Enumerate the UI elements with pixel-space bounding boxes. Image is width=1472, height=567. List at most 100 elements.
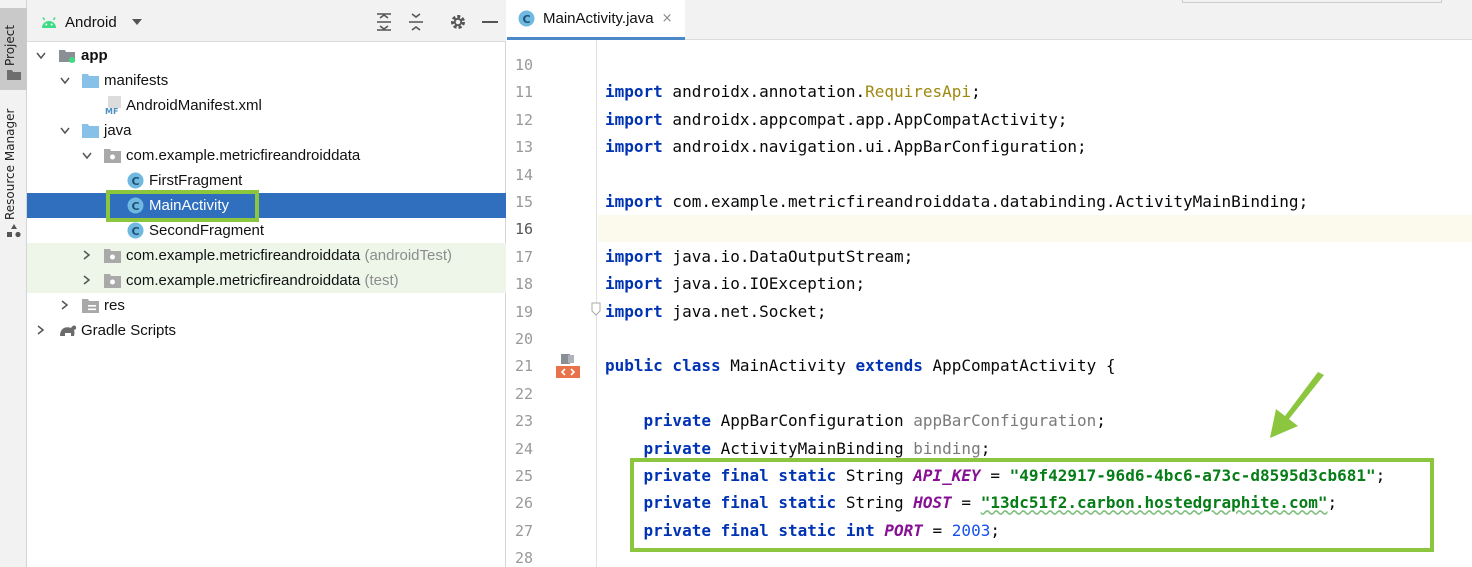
tree-item-label: app: [81, 47, 108, 64]
line-number: 17: [514, 247, 533, 266]
tree-item-manifests[interactable]: manifests: [27, 68, 506, 93]
line-number: 28: [514, 549, 533, 567]
package-icon: [104, 274, 121, 288]
line-number: 21: [514, 357, 533, 376]
chevron-right-icon: [83, 250, 91, 260]
code-token: com.example.metricfireandroiddata.databi…: [662, 192, 1309, 211]
code-token: AppCompatActivity {: [922, 356, 1116, 376]
collapse-all-icon: [409, 13, 423, 31]
close-icon[interactable]: ×: [662, 11, 673, 26]
code-token: ;: [971, 82, 981, 102]
line-number: 16: [514, 220, 533, 239]
code-line: import java.io.DataOutputStream;: [598, 243, 1472, 270]
pointer-arrow-icon: [1270, 372, 1324, 438]
line-number: 24: [514, 439, 533, 458]
chevron-down-icon: [60, 127, 70, 135]
hide-panel-button[interactable]: [480, 13, 500, 31]
line-number: 15: [514, 193, 533, 211]
expand-all-button[interactable]: [374, 13, 394, 31]
line-number: 27: [514, 521, 533, 540]
tree-item-label: res: [104, 297, 125, 314]
code-token: import: [605, 109, 663, 129]
code-token: binding: [913, 438, 981, 458]
svg-text:MF: MF: [105, 107, 118, 115]
tree-item-mainactivity[interactable]: C MainActivity: [27, 193, 506, 218]
project-tool-button[interactable]: Project: [0, 8, 27, 90]
code-token: import: [605, 192, 663, 211]
tree-item-label: manifests: [104, 72, 169, 89]
expand-all-icon: [377, 13, 391, 31]
android-layout-gutter-icon[interactable]: [556, 354, 580, 378]
code-token: androidx.annotation.: [662, 82, 866, 102]
line-number: 18: [514, 275, 533, 294]
code-token: ;: [980, 438, 991, 458]
view-selector-label: Android: [65, 13, 117, 31]
tree-item-java[interactable]: java: [27, 118, 506, 143]
tree-item-androidmanifest[interactable]: MF AndroidManifest.xml: [27, 93, 506, 118]
package-icon: [104, 249, 121, 263]
code-line: import java.net.Socket;: [598, 298, 1472, 325]
tree-item-label: com.example.metricfireandroiddata: [126, 247, 361, 264]
editor-tab-bar: C MainActivity.java ×: [507, 0, 1472, 40]
tree-item-secondfragment[interactable]: C SecondFragment: [27, 218, 506, 243]
svg-text:C: C: [132, 175, 140, 188]
chevron-down-icon: [82, 152, 92, 160]
code-token: import: [605, 137, 663, 157]
project-view-selector[interactable]: Android: [41, 10, 143, 34]
tree-item-label: AndroidManifest.xml: [126, 97, 262, 114]
code-line: import java.io.IOException;: [598, 270, 1472, 297]
line-number: 26: [514, 494, 533, 513]
line-number: 10: [514, 56, 533, 74]
class-icon: C: [127, 222, 144, 239]
tree-item-label: java: [104, 122, 132, 139]
code-token: AppBarConfiguration: [710, 411, 914, 431]
line-number: 13: [514, 138, 533, 157]
folder-icon: [7, 70, 21, 80]
tree-item-res[interactable]: res: [27, 293, 506, 318]
code-token: ;: [1096, 411, 1106, 431]
project-tool-label: Project: [3, 24, 17, 66]
resource-manager-tool-button[interactable]: Resource Manager: [0, 100, 27, 250]
line-number: 14: [514, 165, 533, 184]
tree-item-gradle-scripts[interactable]: Gradle Scripts: [27, 318, 506, 343]
package-icon: [104, 149, 121, 163]
tab-mainactivity-java[interactable]: C MainActivity.java ×: [507, 0, 685, 40]
gradle-icon: [60, 325, 77, 336]
code-token: public class: [605, 356, 721, 376]
code-line: import com.example.metricfireandroiddata…: [598, 188, 1472, 215]
tree-item-package-main[interactable]: com.example.metricfireandroiddata: [27, 143, 506, 168]
tree-item-label: com.example.metricfireandroiddata: [126, 147, 361, 164]
settings-button[interactable]: [448, 13, 468, 31]
code-line: private AppBarConfiguration appBarConfig…: [598, 407, 1472, 434]
chevron-right-icon: [37, 325, 45, 335]
line-number: 12: [514, 110, 533, 129]
highlight-box-constants: [630, 458, 1434, 552]
code-token: java.io.DataOutputStream;: [662, 246, 914, 266]
android-studio-window: Project Resource Manager Android app man…: [0, 0, 1472, 567]
code-line: public class MainActivity extends AppCom…: [598, 352, 1472, 379]
module-folder-icon: [59, 50, 75, 63]
code-token: appBarConfiguration: [913, 411, 1097, 431]
tree-item-label: Gradle Scripts: [81, 322, 177, 339]
tree-item-firstfragment[interactable]: C FirstFragment: [27, 168, 506, 193]
chevron-right-icon: [83, 275, 91, 285]
tree-item-suffix: (test): [364, 272, 399, 289]
line-number: 25: [514, 467, 533, 485]
svg-text:C: C: [132, 225, 140, 238]
code-token: import: [605, 82, 663, 102]
code-token: ActivityMainBinding: [710, 438, 914, 458]
code-token: extends: [855, 356, 923, 376]
tree-item-package-test[interactable]: com.example.metricfireandroiddata (test): [27, 268, 506, 293]
code-token: import: [605, 246, 663, 266]
tree-item-suffix: (androidTest): [364, 247, 452, 264]
tree-item-app[interactable]: app: [27, 43, 506, 68]
code-line: import androidx.navigation.ui.AppBarConf…: [598, 133, 1472, 160]
collapse-all-button[interactable]: [406, 13, 426, 31]
tree-item-package-androidtest[interactable]: com.example.metricfireandroiddata (andro…: [27, 243, 506, 268]
project-panel: Android app manifests MF AndroidManifest…: [27, 0, 506, 567]
